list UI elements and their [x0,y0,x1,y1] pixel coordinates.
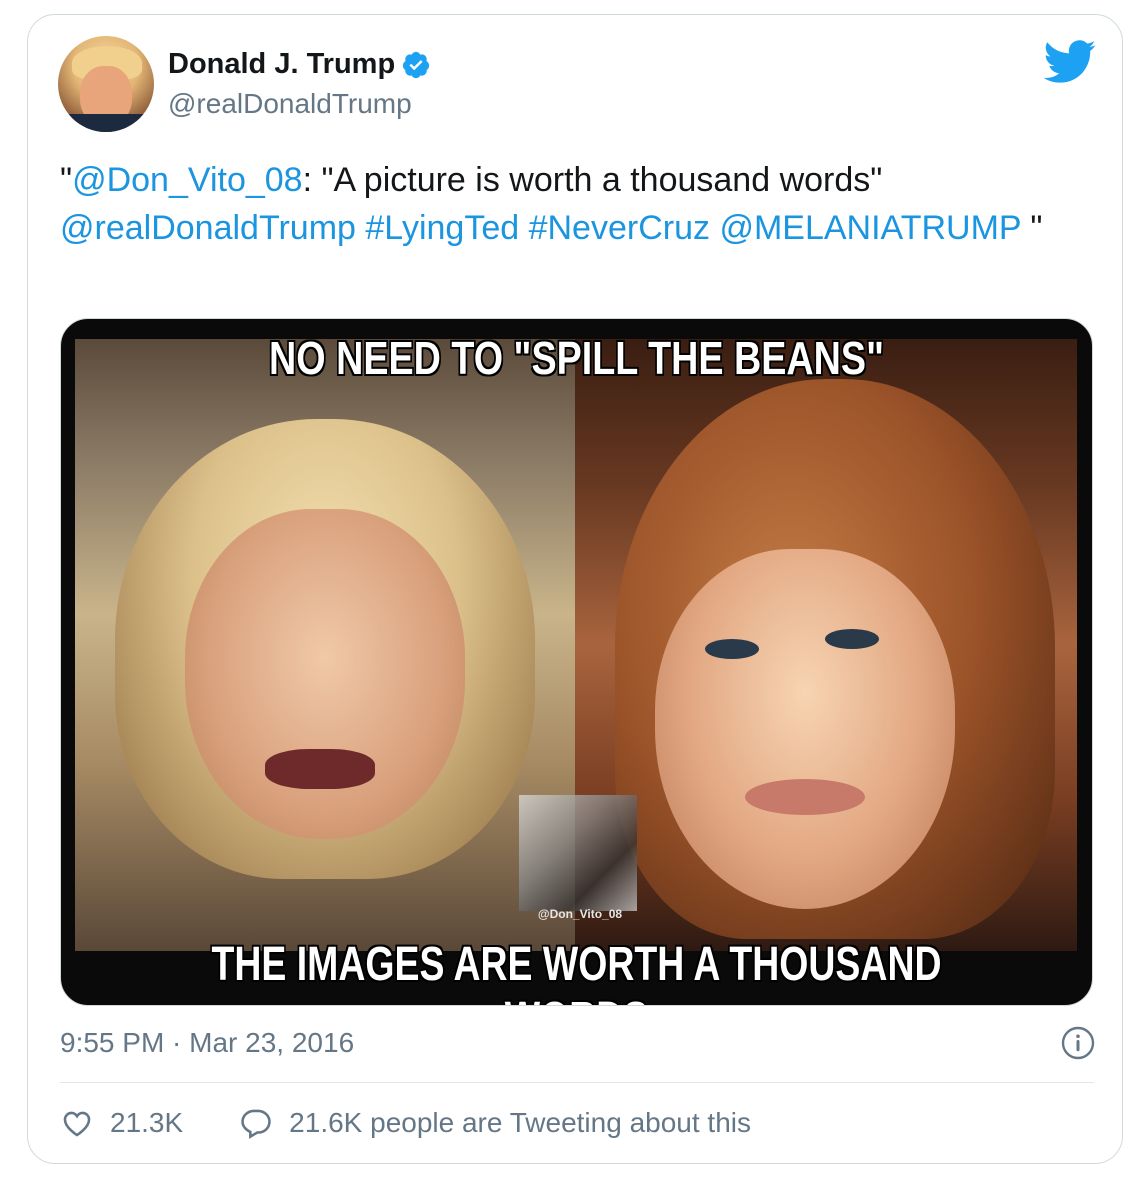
divider [60,1082,1094,1083]
avatar[interactable] [58,36,154,132]
like-count: 21.3K [110,1107,184,1138]
twitter-bird-icon[interactable] [1042,40,1098,84]
like-action[interactable]: 21.3K [60,1106,183,1140]
watermark-text: @Don_Vito_08 [537,907,623,921]
tweet-text-segment [519,209,528,247]
meme-top-caption: NO NEED TO "SPILL THE BEANS" [269,332,884,384]
author-name-row[interactable]: Donald J. Trump [168,48,431,81]
timestamp[interactable]: 9:55 PM · Mar 23, 2016 [60,1027,354,1059]
mention-link[interactable]: @Don_Vito_08 [72,161,303,199]
reply-bubble-icon[interactable] [239,1106,273,1140]
verified-badge-icon [403,51,430,78]
tweeting-action[interactable]: 21.6K people are Tweeting about this [239,1106,751,1140]
tweeting-count: 21.6K people are Tweeting about this [289,1107,751,1138]
tweet-text-segment [356,209,365,247]
author-name[interactable]: Donald J. Trump [168,48,395,81]
hashtag-link[interactable]: #LyingTed [365,209,519,247]
tweet-text-segment: : "A picture is worth a thousand words" [302,161,883,199]
watermark-art [519,795,637,911]
tweet-text: "@Don_Vito_08: "A picture is worth a tho… [60,156,1080,252]
meme-bottom-caption: THE IMAGES ARE WORTH A THOUSAND WORDS [211,938,942,1005]
author-handle[interactable]: @realDonaldTrump [168,88,412,120]
tweet-media-image[interactable]: @Don_Vito_08 NO NEED TO "SPILL THE BEANS… [60,318,1093,1006]
tweet-text-segment: " [60,161,73,199]
info-icon[interactable] [1060,1025,1096,1061]
heart-icon[interactable] [60,1106,94,1140]
tweet-text-segment: " [1020,209,1043,247]
right-photo [575,339,1077,951]
tweet-meta-row: 9:55 PM · Mar 23, 2016 [60,1025,1096,1061]
mention-link[interactable]: @realDonaldTrump [60,209,356,247]
tweet-actions: 21.3K 21.6K people are Tweeting about th… [60,1106,807,1140]
hashtag-link[interactable]: #NeverCruz [529,209,710,247]
left-photo [75,339,575,951]
mention-link[interactable]: @MELANIATRUMP [719,209,1021,247]
